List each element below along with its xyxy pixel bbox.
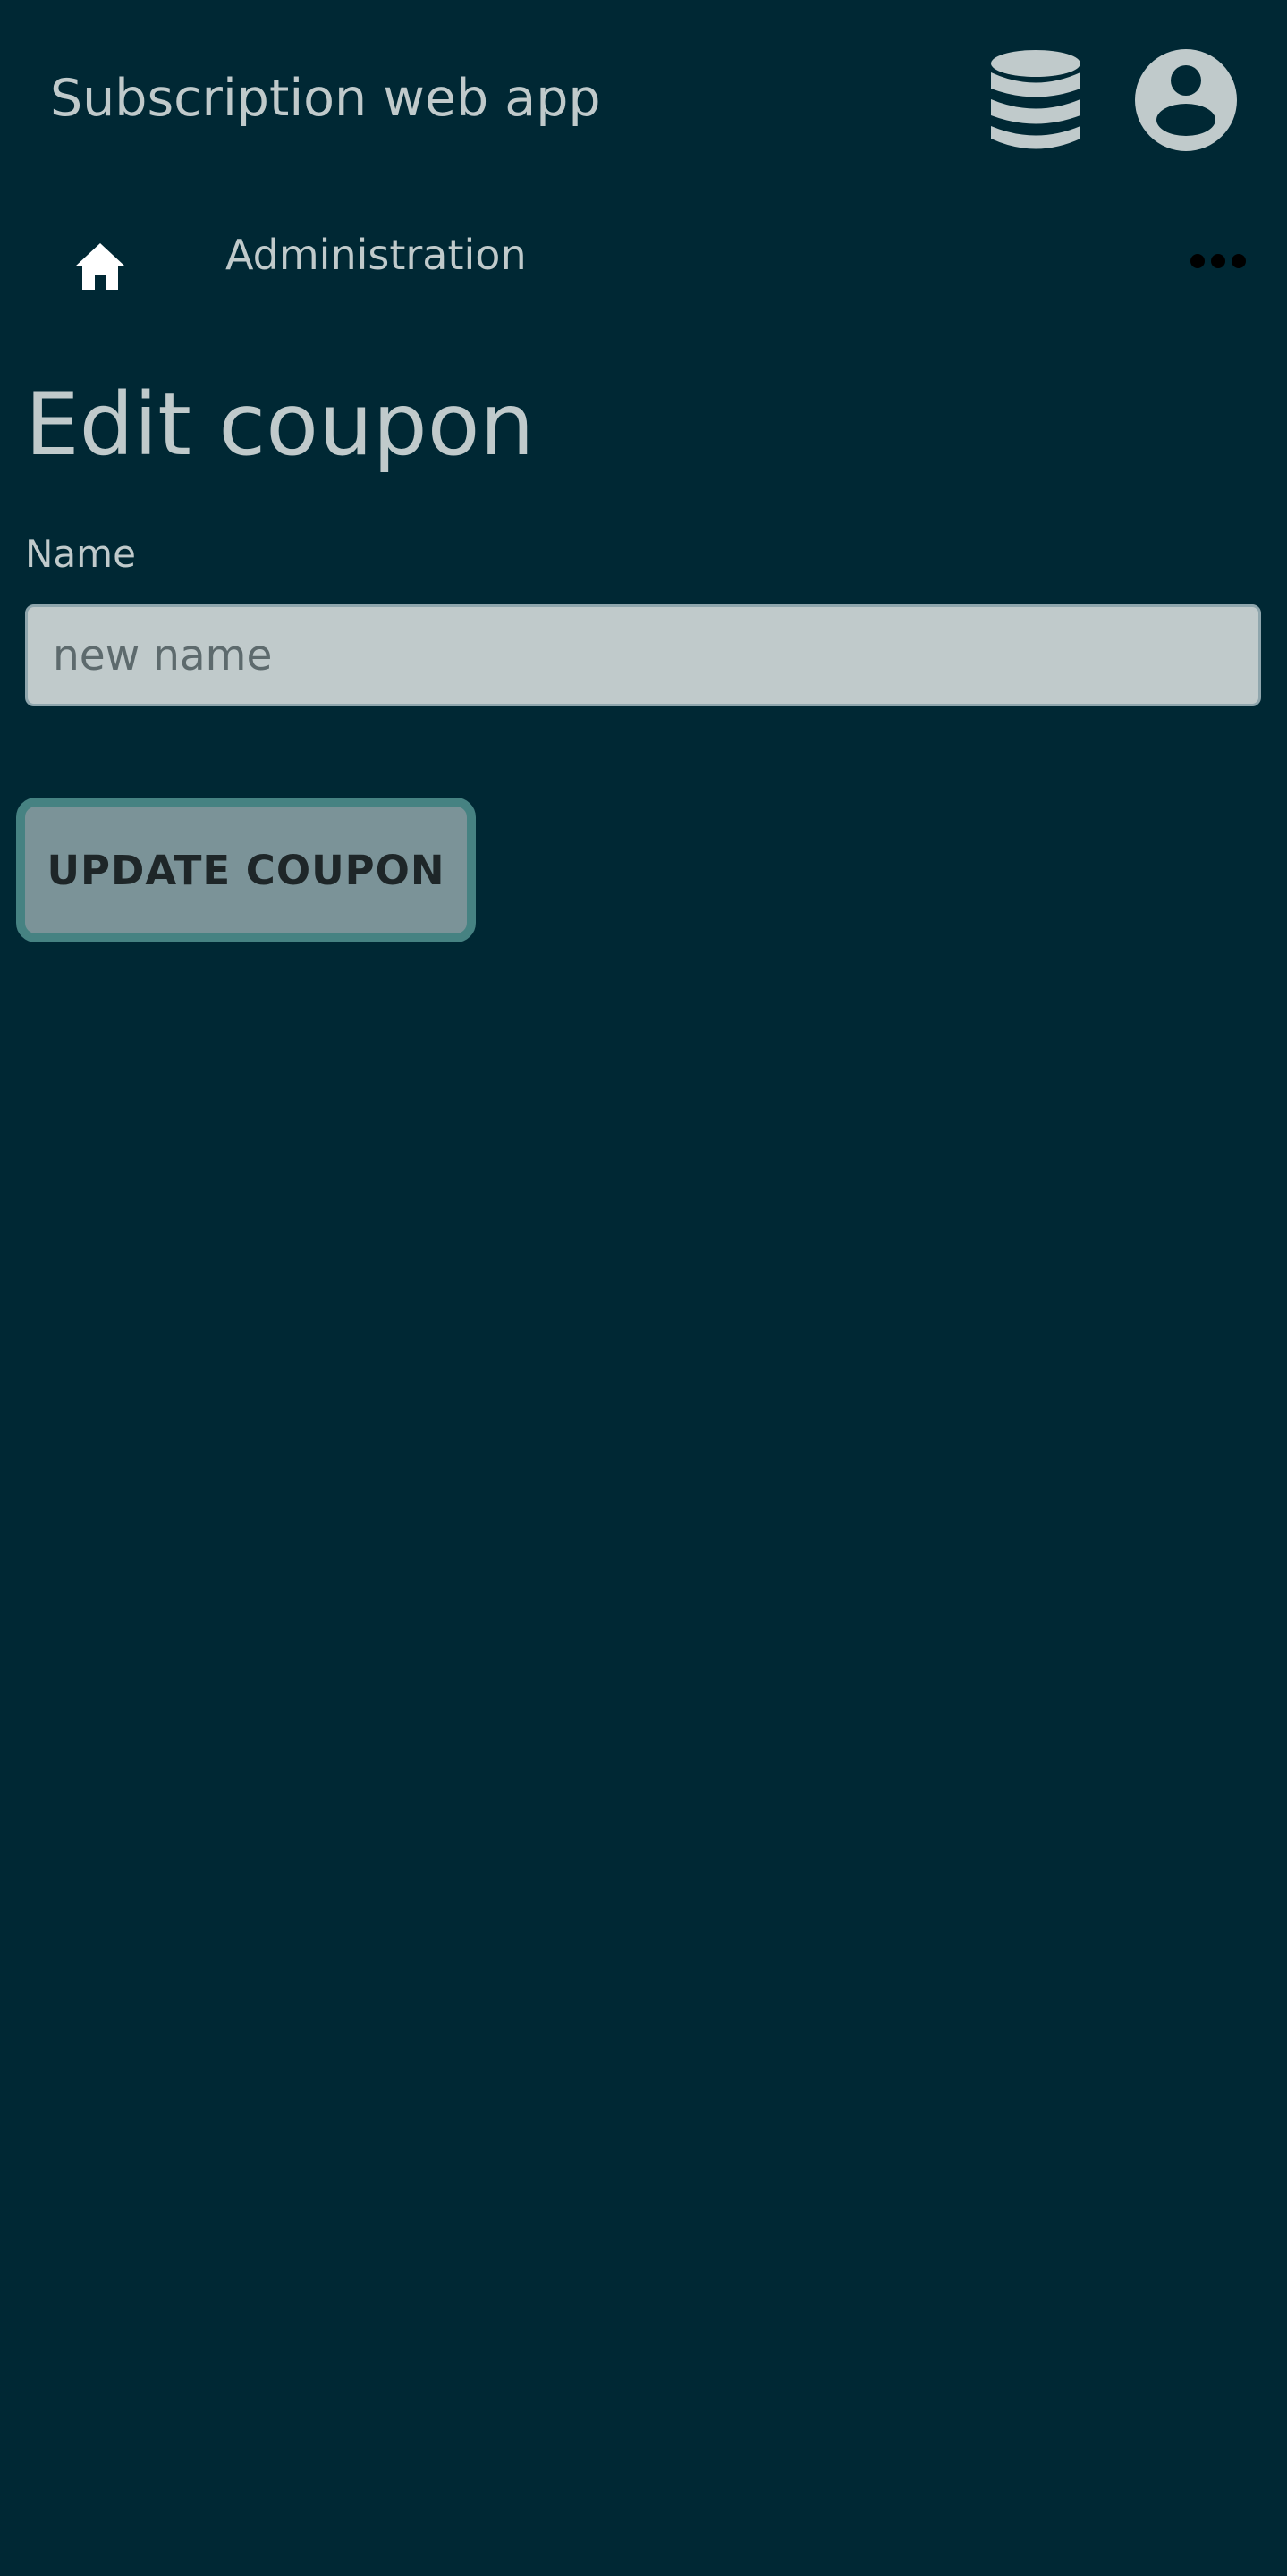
- account-button[interactable]: [1134, 48, 1238, 152]
- update-coupon-button[interactable]: UPDATE COUPON: [16, 798, 476, 942]
- app-header: Subscription web app: [0, 0, 1287, 198]
- more-horizontal-icon: [1190, 254, 1246, 268]
- home-link[interactable]: [70, 236, 131, 297]
- home-icon: [75, 243, 125, 290]
- name-input[interactable]: [25, 604, 1261, 706]
- name-label: Name: [25, 532, 136, 576]
- nav-bar: Administration: [0, 198, 1287, 315]
- more-menu-button[interactable]: [1190, 245, 1247, 277]
- account-circle-icon: [1135, 49, 1237, 151]
- nav-item-administration[interactable]: Administration: [225, 228, 527, 282]
- app-title: Subscription web app: [50, 69, 601, 128]
- page-title: Edit coupon: [25, 375, 535, 475]
- database-icon: [991, 50, 1080, 149]
- database-button[interactable]: [989, 48, 1082, 152]
